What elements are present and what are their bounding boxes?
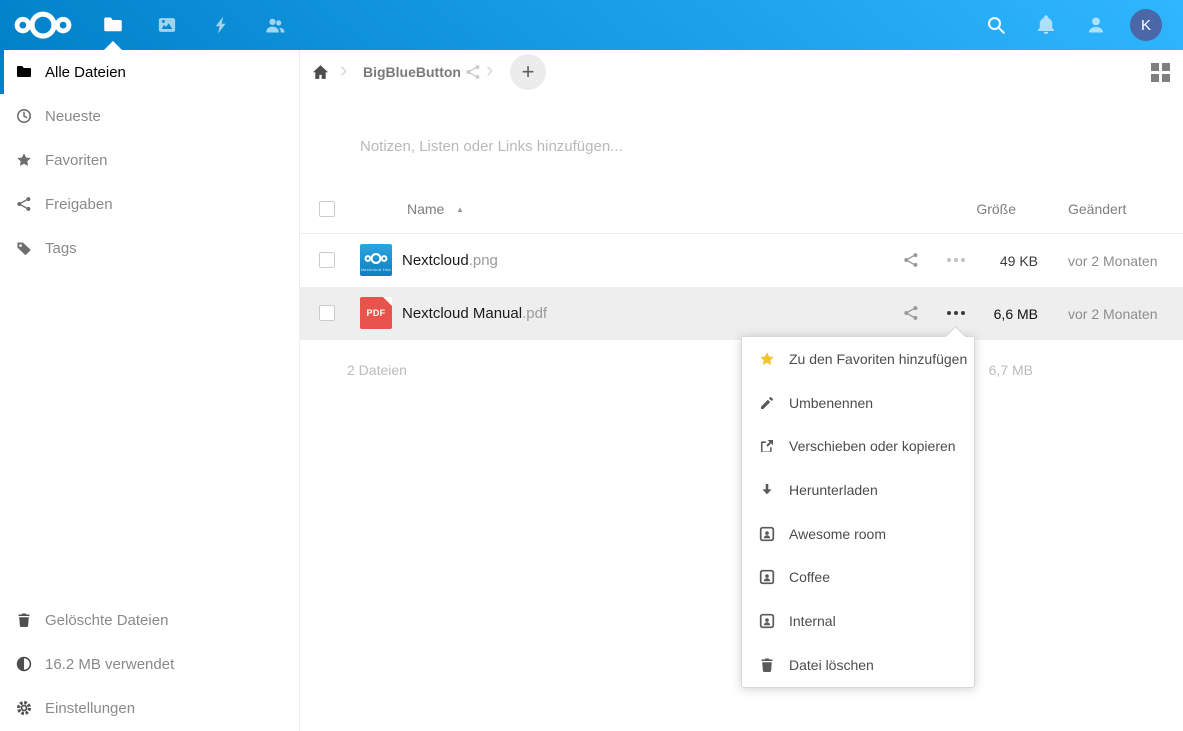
- breadcrumb-separator: ›: [340, 57, 347, 83]
- menu-item-add-to-favorites[interactable]: Zu den Favoriten hinzufügen: [742, 337, 974, 381]
- column-header-size[interactable]: Größe: [896, 201, 1016, 217]
- summary-file-count: 2 Dateien: [347, 362, 407, 378]
- pdf-thumbnail[interactable]: PDF: [360, 297, 392, 329]
- sidebar-item-label: Einstellungen: [45, 700, 135, 717]
- sidebar-item-label: Freigaben: [45, 196, 113, 213]
- quota-pie-icon: [16, 656, 32, 672]
- sidebar-item-label: Neueste: [45, 108, 101, 125]
- activity-app-icon[interactable]: [199, 0, 243, 50]
- search-icon[interactable]: [974, 0, 1018, 50]
- menu-item-label: Coffee: [789, 569, 830, 585]
- clock-icon: [16, 108, 32, 124]
- delete-trash-icon: [759, 657, 775, 673]
- active-app-indicator: [104, 41, 122, 50]
- sidebar-footer: Gelöschte Dateien 16.2 MB verwendet Eins…: [0, 598, 298, 730]
- rename-pencil-icon: [759, 395, 775, 411]
- menu-item-internal-room[interactable]: Internal: [742, 599, 974, 643]
- contacts-app-icon[interactable]: [253, 0, 297, 50]
- menu-item-label: Datei löschen: [789, 657, 874, 673]
- sidebar-item-label: 16.2 MB verwendet: [45, 656, 174, 673]
- sidebar-item-recent[interactable]: Neueste: [0, 94, 299, 138]
- breadcrumb-share-icon[interactable]: [465, 64, 482, 81]
- sidebar-item-settings[interactable]: Einstellungen: [0, 686, 298, 730]
- notifications-bell-icon[interactable]: [1024, 0, 1068, 50]
- notes-input[interactable]: Notizen, Listen oder Links hinzufügen...: [360, 138, 960, 155]
- sidebar-item-all-files[interactable]: Alle Dateien: [0, 50, 299, 94]
- settings-gear-icon: [16, 700, 32, 716]
- menu-item-label: Internal: [789, 613, 836, 629]
- sidebar-item-quota[interactable]: 16.2 MB verwendet: [0, 642, 298, 686]
- select-all-checkbox[interactable]: [319, 201, 335, 217]
- nextcloud-logo-icon[interactable]: [14, 9, 72, 41]
- favorite-star-icon: [759, 351, 775, 367]
- menu-item-label: Awesome room: [789, 526, 886, 542]
- plus-icon: +: [522, 59, 535, 85]
- sidebar-item-deleted-files[interactable]: Gelöschte Dateien: [0, 598, 298, 642]
- menu-item-label: Verschieben oder kopieren: [789, 438, 956, 454]
- menu-item-label: Herunterladen: [789, 482, 878, 498]
- room-icon: [759, 613, 775, 629]
- room-icon: [759, 526, 775, 542]
- file-row-nextcloud-manual-pdf[interactable]: PDF Nextcloud Manual.pdf 6,6 MB vor 2 Mo…: [300, 287, 1183, 340]
- sort-ascending-icon: ▲: [456, 205, 464, 214]
- contacts-menu-icon[interactable]: [1074, 0, 1118, 50]
- row-checkbox[interactable]: [319, 252, 335, 268]
- nextcloud-files-page: K Alle Dateien Neueste Favoriten Freigab…: [0, 0, 1183, 731]
- sidebar-item-tags[interactable]: Tags: [0, 226, 299, 270]
- user-avatar[interactable]: K: [1130, 9, 1162, 41]
- breadcrumb-home-icon[interactable]: [306, 58, 334, 86]
- menu-item-coffee-room[interactable]: Coffee: [742, 555, 974, 599]
- column-header-modified[interactable]: Geändert: [1068, 201, 1126, 217]
- download-icon: [759, 482, 775, 498]
- file-modified: vor 2 Monaten: [1068, 253, 1158, 269]
- file-modified: vor 2 Monaten: [1068, 306, 1158, 322]
- sidebar-item-label: Favoriten: [45, 152, 108, 169]
- share-icon[interactable]: [903, 305, 920, 322]
- file-size: 49 KB: [938, 253, 1038, 269]
- png-thumbnail[interactable]: Nextcloud Hub: [360, 244, 392, 276]
- menu-item-delete-file[interactable]: Datei löschen: [742, 643, 974, 687]
- file-extension: .pdf: [522, 305, 547, 322]
- file-extension: .png: [469, 252, 498, 269]
- share-icon: [16, 196, 32, 212]
- menu-item-rename[interactable]: Umbenennen: [742, 381, 974, 425]
- add-new-button[interactable]: +: [510, 54, 546, 90]
- breadcrumb-separator: ›: [486, 57, 493, 83]
- pdf-label: PDF: [367, 308, 386, 318]
- menu-item-download[interactable]: Herunterladen: [742, 468, 974, 512]
- file-name[interactable]: Nextcloud Manual.pdf: [402, 305, 547, 322]
- menu-item-awesome-room[interactable]: Awesome room: [742, 512, 974, 556]
- thumbnail-caption: Nextcloud Hub: [361, 267, 391, 272]
- file-list-header: Name ▲ Größe Geändert: [300, 186, 1183, 233]
- top-bar: K: [0, 0, 1183, 50]
- move-copy-icon: [759, 438, 775, 454]
- app-navigation-sidebar: Alle Dateien Neueste Favoriten Freigaben…: [0, 50, 300, 731]
- file-name[interactable]: Nextcloud.png: [402, 252, 498, 269]
- share-icon[interactable]: [903, 252, 920, 269]
- sidebar-item-favorites[interactable]: Favoriten: [0, 138, 299, 182]
- avatar-letter: K: [1141, 17, 1151, 34]
- folder-icon: [16, 64, 32, 80]
- file-actions-context-menu: Zu den Favoriten hinzufügen Umbenennen V…: [741, 336, 975, 688]
- file-row-nextcloud-png[interactable]: Nextcloud Hub Nextcloud.png 49 KB vor 2 …: [300, 234, 1183, 287]
- grid-view-toggle-icon[interactable]: [1151, 63, 1170, 82]
- tag-icon: [16, 240, 32, 256]
- star-icon: [16, 152, 32, 168]
- menu-item-label: Umbenennen: [789, 395, 873, 411]
- menu-item-move-or-copy[interactable]: Verschieben oder kopieren: [742, 424, 974, 468]
- trash-icon: [16, 612, 32, 628]
- photos-app-icon[interactable]: [145, 0, 189, 50]
- sidebar-item-label: Alle Dateien: [45, 64, 126, 81]
- column-header-name[interactable]: Name: [407, 201, 444, 217]
- menu-item-label: Zu den Favoriten hinzufügen: [789, 351, 967, 367]
- room-icon: [759, 569, 775, 585]
- sidebar-item-shares[interactable]: Freigaben: [0, 182, 299, 226]
- file-size: 6,6 MB: [938, 306, 1038, 322]
- sidebar-item-label: Gelöschte Dateien: [45, 612, 168, 629]
- sidebar-item-label: Tags: [45, 240, 77, 257]
- row-checkbox[interactable]: [319, 305, 335, 321]
- breadcrumb-folder[interactable]: BigBlueButton: [363, 64, 461, 80]
